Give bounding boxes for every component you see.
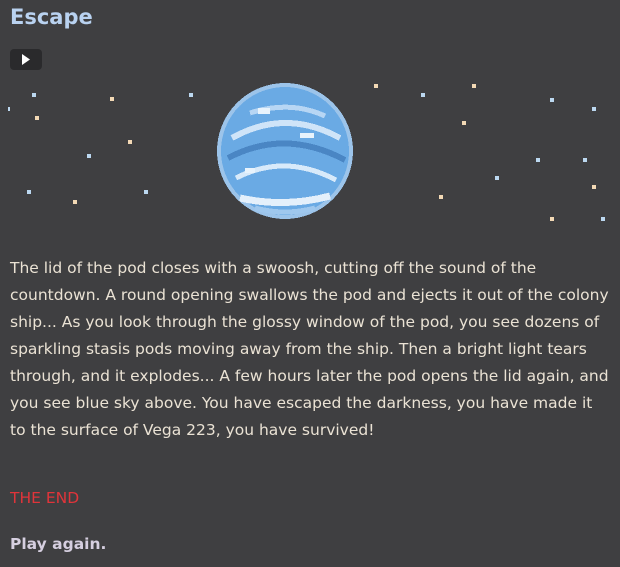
space-scene [0, 78, 620, 238]
game-title: Escape [10, 5, 93, 29]
play-again-link[interactable]: Play again. [10, 535, 106, 553]
play-button[interactable] [10, 49, 42, 70]
play-icon [22, 54, 30, 65]
starfield [8, 83, 605, 221]
story-text: The lid of the pod closes with a swoosh,… [10, 259, 609, 439]
ending-label: THE END [10, 489, 80, 507]
planet [217, 83, 353, 219]
